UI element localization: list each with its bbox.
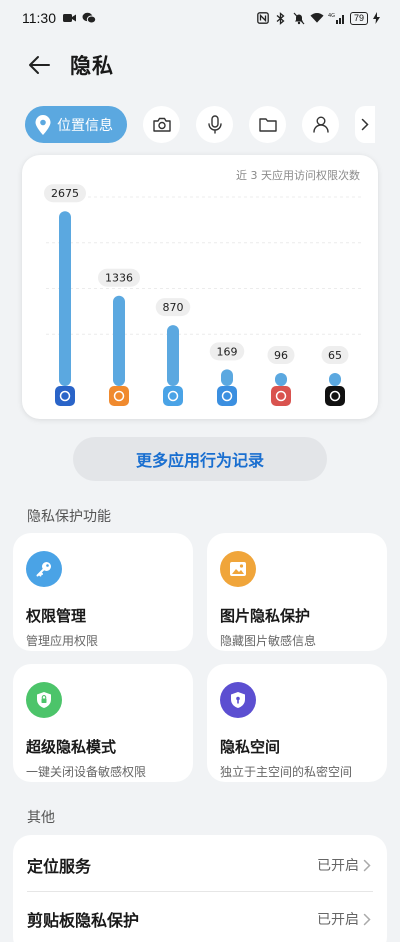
feature-title: 超级隐私模式 (26, 738, 117, 756)
folder-icon (258, 118, 277, 132)
chip-camera[interactable] (143, 106, 180, 143)
app-icon (163, 386, 183, 406)
wechat-icon (82, 11, 96, 25)
bar-value-label: 870 (163, 301, 184, 314)
list-value: 已开启 (317, 912, 359, 928)
camera-icon (152, 117, 171, 132)
feature-desc: 隐藏图片敏感信息 (220, 634, 317, 648)
chip-files[interactable] (249, 106, 286, 143)
arrow-left-icon (29, 56, 50, 74)
feature-card-private-space[interactable]: 隐私空间 独立于主空间的私密空间 (207, 664, 387, 782)
feature-title: 隐私空间 (220, 738, 281, 756)
bar-value-label: 169 (217, 345, 238, 358)
chart-bar (329, 373, 341, 386)
section-title-others: 其他 (27, 810, 55, 826)
others-list-card: 定位服务 已开启 剪贴板隐私保护 已开启 (13, 835, 387, 942)
bar-value-label: 1336 (105, 272, 133, 285)
chip-location-label: 位置信息 (57, 117, 113, 134)
chevron-right-icon (363, 911, 375, 927)
mute-bell-icon (292, 11, 306, 25)
shield-key-icon (220, 682, 256, 718)
list-value: 已开启 (317, 858, 359, 874)
key-icon (26, 551, 62, 587)
wifi-icon (310, 11, 324, 25)
video-camera-icon (62, 11, 76, 25)
bar-value-label: 96 (274, 349, 288, 362)
feature-desc: 独立于主空间的私密空间 (220, 765, 353, 779)
chevron-right-icon (361, 118, 369, 131)
shield-lock-icon (26, 682, 62, 718)
chart-bar (275, 373, 287, 386)
status-time: 11:30 (22, 10, 56, 26)
chart-bar (113, 295, 125, 386)
feature-title: 权限管理 (26, 607, 87, 625)
list-row-location-service[interactable]: 定位服务 已开启 (13, 837, 387, 893)
status-bar: 11:30 4G 79 (0, 0, 400, 36)
app-icon (109, 386, 129, 406)
list-label: 定位服务 (27, 857, 92, 876)
list-row-clipboard-privacy[interactable]: 剪贴板隐私保护 已开启 (13, 891, 387, 942)
svg-text:4G: 4G (328, 13, 335, 19)
more-app-behavior-button[interactable]: 更多应用行为记录 (73, 437, 327, 481)
chip-microphone[interactable] (196, 106, 233, 143)
feature-card-permission-management[interactable]: 权限管理 管理应用权限 (13, 533, 193, 651)
chip-contacts[interactable] (302, 106, 339, 143)
app-header: 隐私 (0, 44, 400, 84)
app-icon (325, 386, 345, 406)
chart-bar (167, 325, 179, 386)
chip-more[interactable] (355, 106, 375, 143)
feature-title: 图片隐私保护 (220, 607, 311, 625)
list-label: 剪贴板隐私保护 (27, 911, 140, 930)
feature-card-super-privacy-mode[interactable]: 超级隐私模式 一键关闭设备敏感权限 (13, 664, 193, 782)
microphone-icon (207, 115, 222, 134)
chevron-right-icon (363, 857, 375, 873)
app-icon (217, 386, 237, 406)
feature-card-image-privacy[interactable]: 图片隐私保护 隐藏图片敏感信息 (207, 533, 387, 651)
nfc-icon (256, 11, 270, 25)
location-pin-icon (35, 114, 51, 135)
bluetooth-icon (274, 11, 288, 25)
chip-location[interactable]: 位置信息 (25, 106, 127, 143)
chart-bar (59, 211, 71, 386)
image-icon (220, 551, 256, 587)
chart-bar (221, 369, 233, 386)
feature-desc: 管理应用权限 (26, 634, 99, 648)
signal-icon: 4G (328, 11, 346, 25)
bar-chart: 2675 1336 870 169 96 65 (44, 184, 362, 406)
bar-value-label: 2675 (51, 187, 79, 200)
permission-access-chart-card: 近 3 天应用访问权限次数 2675 1336 870 169 96 65 (22, 155, 378, 419)
bar-value-label: 65 (328, 349, 342, 362)
feature-desc: 一键关闭设备敏感权限 (26, 765, 147, 779)
permission-category-chips: 位置信息 (25, 106, 400, 143)
app-icon (55, 386, 75, 406)
page-title: 隐私 (70, 54, 114, 78)
app-icon (271, 386, 291, 406)
contacts-icon (312, 116, 329, 133)
charging-bolt-icon (372, 11, 380, 25)
status-left: 11:30 (22, 10, 96, 26)
back-button[interactable] (22, 50, 56, 80)
battery-indicator: 79 (349, 11, 368, 25)
section-title-privacy-features: 隐私保护功能 (27, 509, 111, 525)
status-right: 4G 79 (256, 11, 380, 25)
